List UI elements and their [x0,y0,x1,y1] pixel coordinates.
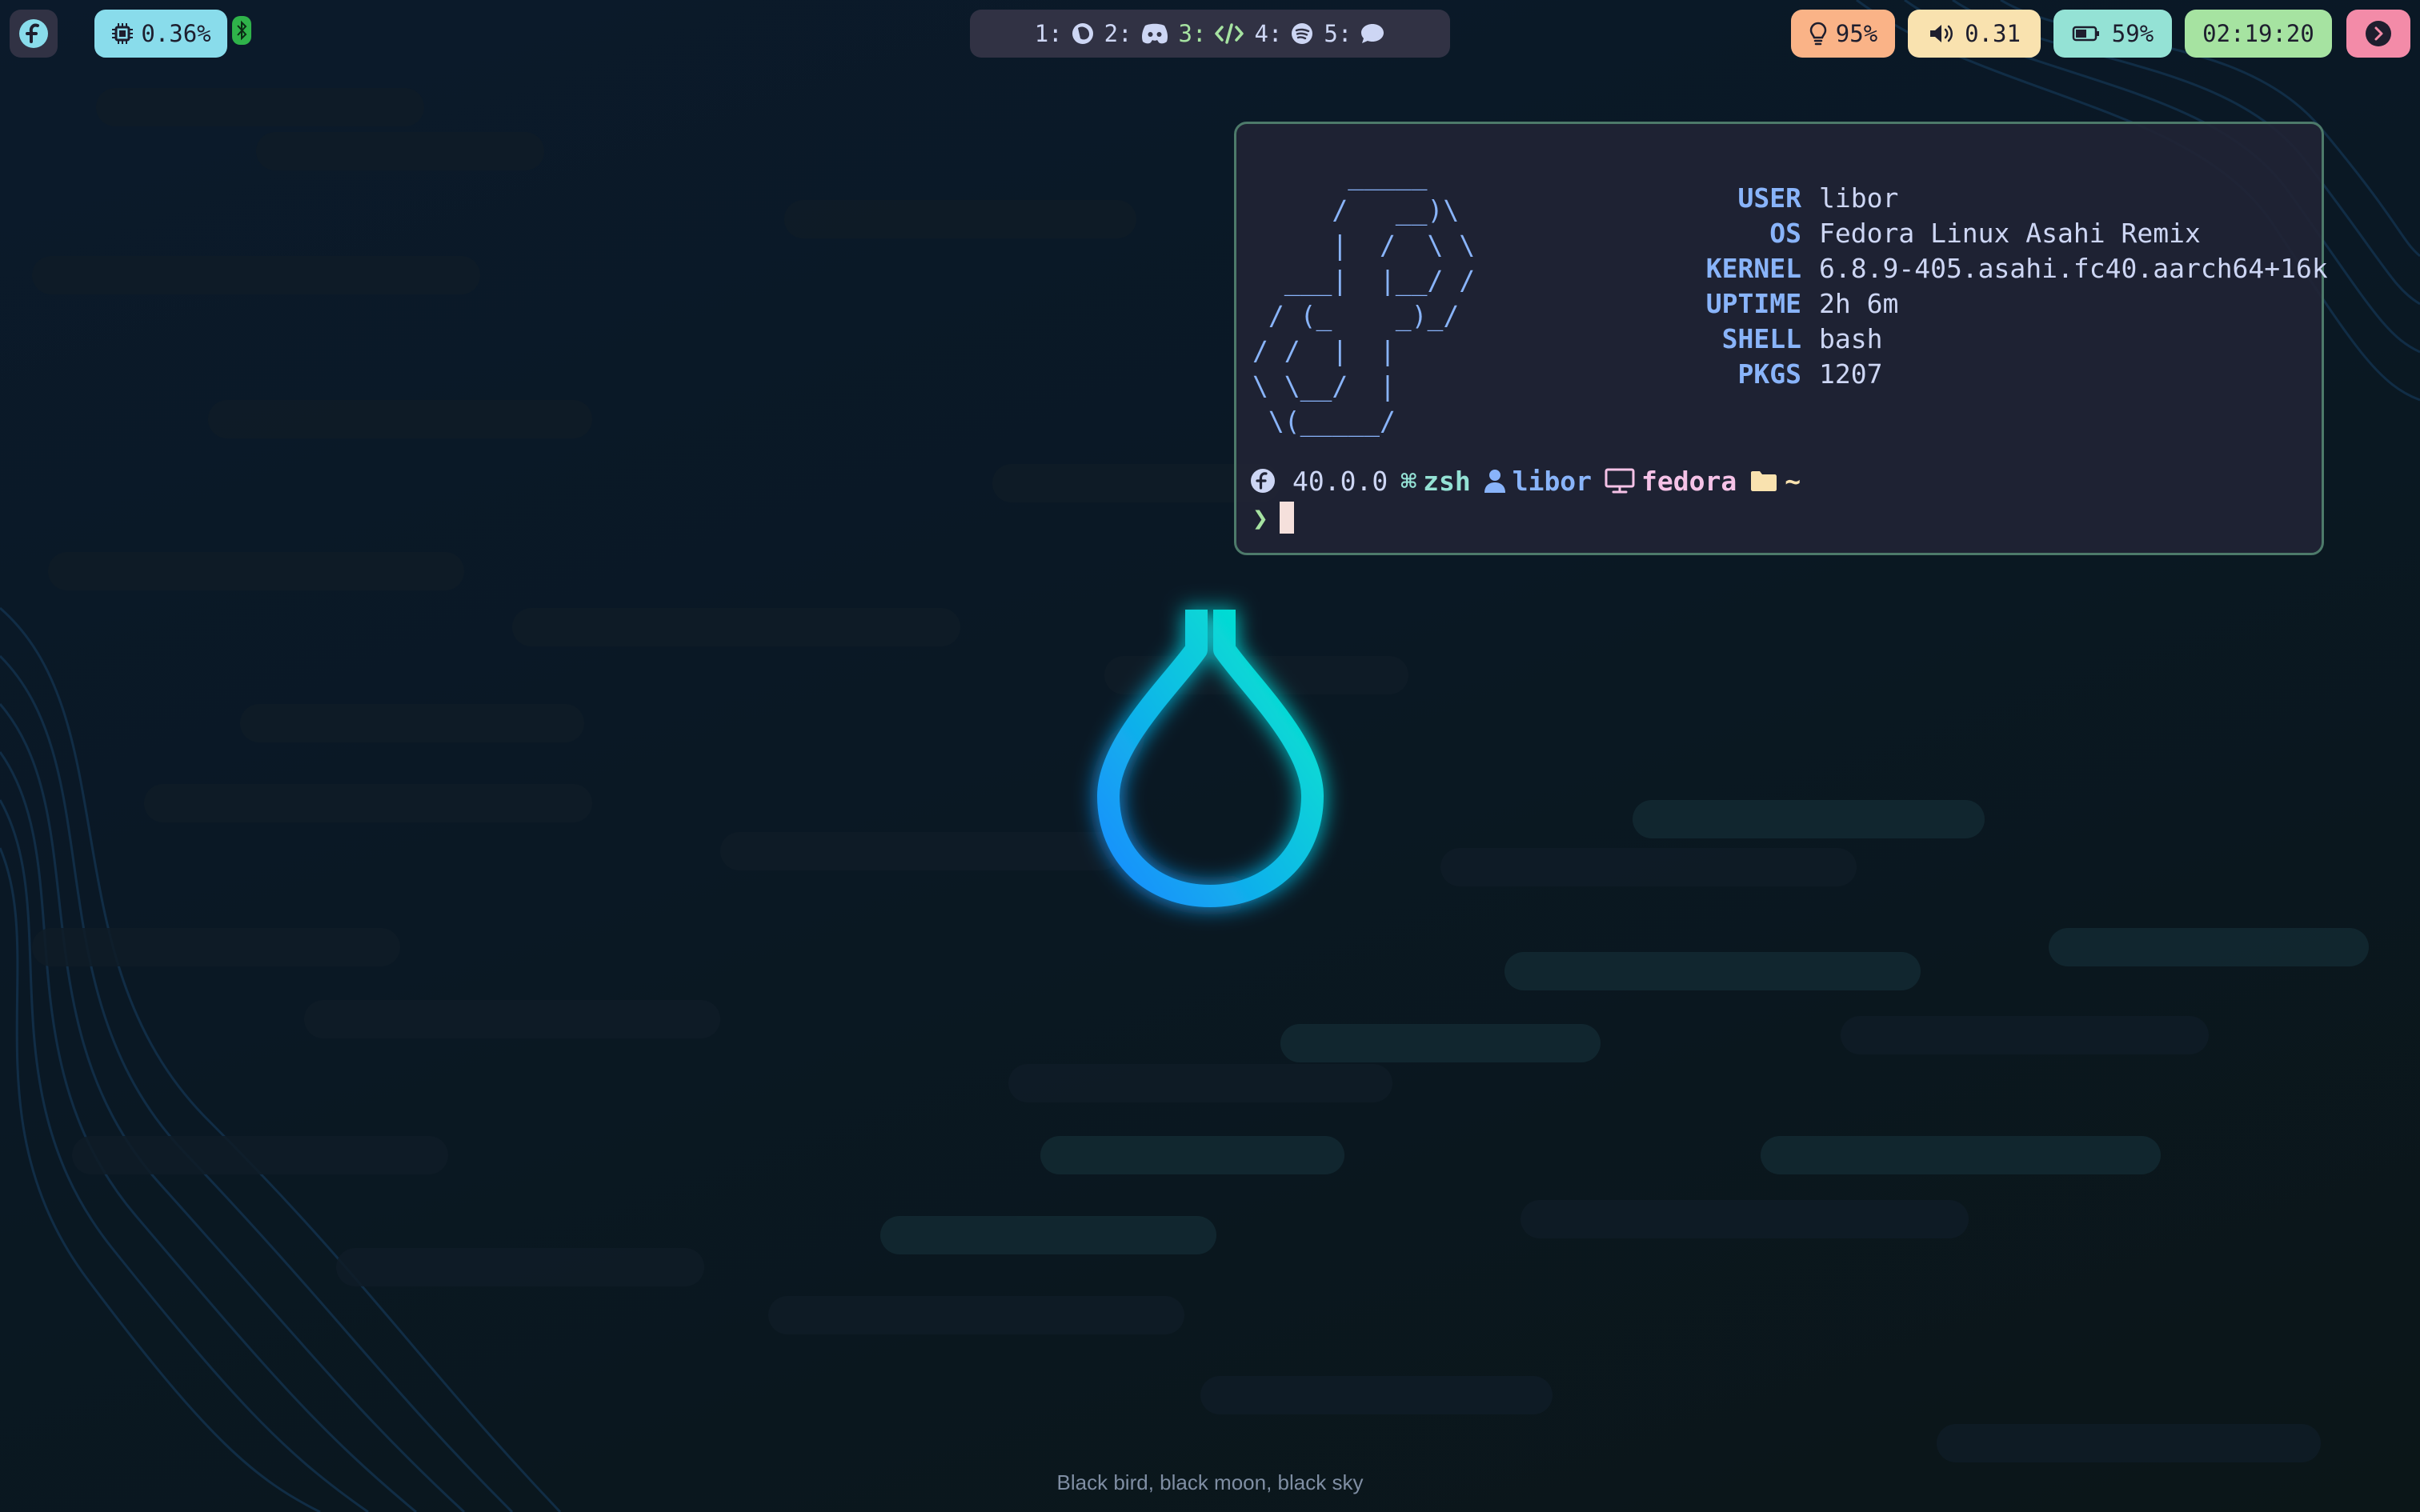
workspace-5[interactable]: 5: [1324,20,1385,47]
workspace-1[interactable]: 1: [1035,20,1095,47]
prompt-os-segment: 40.0.0 [1249,466,1388,497]
bluetooth-widget[interactable] [232,16,251,45]
system-info: USER libor OS Fedora Linux Asahi Remix K… [1533,180,2328,391]
chat-icon [1361,24,1384,43]
workspace-label: 5: [1324,20,1352,47]
monitor-icon [1605,468,1635,494]
info-key: SHELL [1721,322,1801,354]
prompt-shell: zsh [1423,465,1471,497]
terminal-window[interactable]: _____ / __)\ | / \ \ ___| |__/ / / (_ _)… [1234,122,2328,555]
prompt-dir: ~ [1785,465,1801,497]
volume-value: 0.31 [1965,20,2021,47]
battery-icon [2072,26,2099,42]
workspace-label: 2: [1104,20,1132,47]
info-value: 2h 6m [1819,287,1899,319]
fedora-icon [1251,469,1275,493]
info-row-pkgs: PKGS 1207 [1533,356,2328,391]
clock-time: 02:19:20 [2202,20,2314,47]
info-value: libor [1819,182,1899,214]
cpu-usage-value: 0.36% [141,20,211,47]
command-line[interactable]: ❯ [1252,498,1294,537]
fedora-launcher-button[interactable] [10,10,58,58]
workspace-label: 1: [1034,20,1063,47]
lightbulb-icon [1809,22,1827,46]
prompt-host-segment: fedora [1605,466,1737,497]
brightness-value: 95% [1835,20,1878,47]
prompt-host: fedora [1641,465,1737,497]
workspace-label: 4: [1254,20,1283,47]
speaker-icon [1930,25,1953,42]
info-row-uptime: UPTIME 2h 6m [1533,286,2328,321]
firefox-icon [1072,23,1093,44]
info-row-user: USER libor [1533,180,2328,215]
battery-widget[interactable]: 59% [2053,10,2172,58]
text-cursor [1279,502,1294,534]
prompt-user: libor [1512,465,1593,497]
wallpaper-caption: Black bird, black moon, black sky [1056,1470,1364,1494]
info-key: PKGS [1737,358,1801,390]
info-key: OS [1769,217,1801,249]
workspace-3[interactable]: 3: [1179,20,1245,47]
volume-widget[interactable]: 0.31 [1908,10,2041,58]
prompt-symbol: ❯ [1252,502,1268,534]
prompt-dir-segment: ~ [1749,466,1801,497]
workspace-switcher: 1: 2: 3: 4: 5: [970,10,1450,58]
info-row-kernel: KERNEL 6.8.9-405.asahi.fc40.aarch64+16k [1533,250,2328,286]
info-row-shell: SHELL bash [1533,321,2328,356]
prompt-user-segment: libor [1484,466,1592,497]
info-value: bash [1819,322,1883,354]
info-row-os: OS Fedora Linux Asahi Remix [1533,215,2328,250]
folder-icon [1751,471,1777,491]
code-icon [1215,23,1244,44]
user-icon [1484,470,1505,493]
workspace-label: 3: [1178,20,1207,47]
prompt-shell-segment: ⌘ zsh [1400,466,1470,497]
spotify-icon [1292,23,1313,44]
info-value: Fedora Linux Asahi Remix [1819,217,2201,249]
shell-prompt: 40.0.0 ⌘ zsh libor fedora ~ [1249,463,1813,498]
prompt-os-version: 40.0.0 [1292,465,1388,497]
power-menu-button[interactable] [2346,10,2410,58]
workspace-2[interactable]: 2: [1104,20,1169,47]
info-value: 1207 [1819,358,1883,390]
bluetooth-icon [237,20,247,41]
command-key-icon: ⌘ [1400,465,1417,497]
workspace-4[interactable]: 4: [1254,20,1314,47]
info-key: KERNEL [1705,252,1801,284]
cpu-icon [112,23,134,44]
info-key: UPTIME [1705,287,1801,319]
brightness-widget[interactable]: 95% [1791,10,1895,58]
battery-value: 59% [2111,20,2154,47]
info-key: USER [1737,182,1801,214]
drop-logo [1097,610,1324,907]
chevron-right-icon [2366,21,2391,46]
fetch-ascii-logo: _____ / __)\ | / \ \ ___| |__/ / / (_ _)… [1252,159,1476,437]
info-value: 6.8.9-405.asahi.fc40.aarch64+16k [1819,252,2328,284]
clock-widget[interactable]: 02:19:20 [2185,10,2332,58]
discord-icon [1141,23,1168,44]
cpu-widget[interactable]: 0.36% [94,10,227,58]
fedora-icon [19,19,48,48]
